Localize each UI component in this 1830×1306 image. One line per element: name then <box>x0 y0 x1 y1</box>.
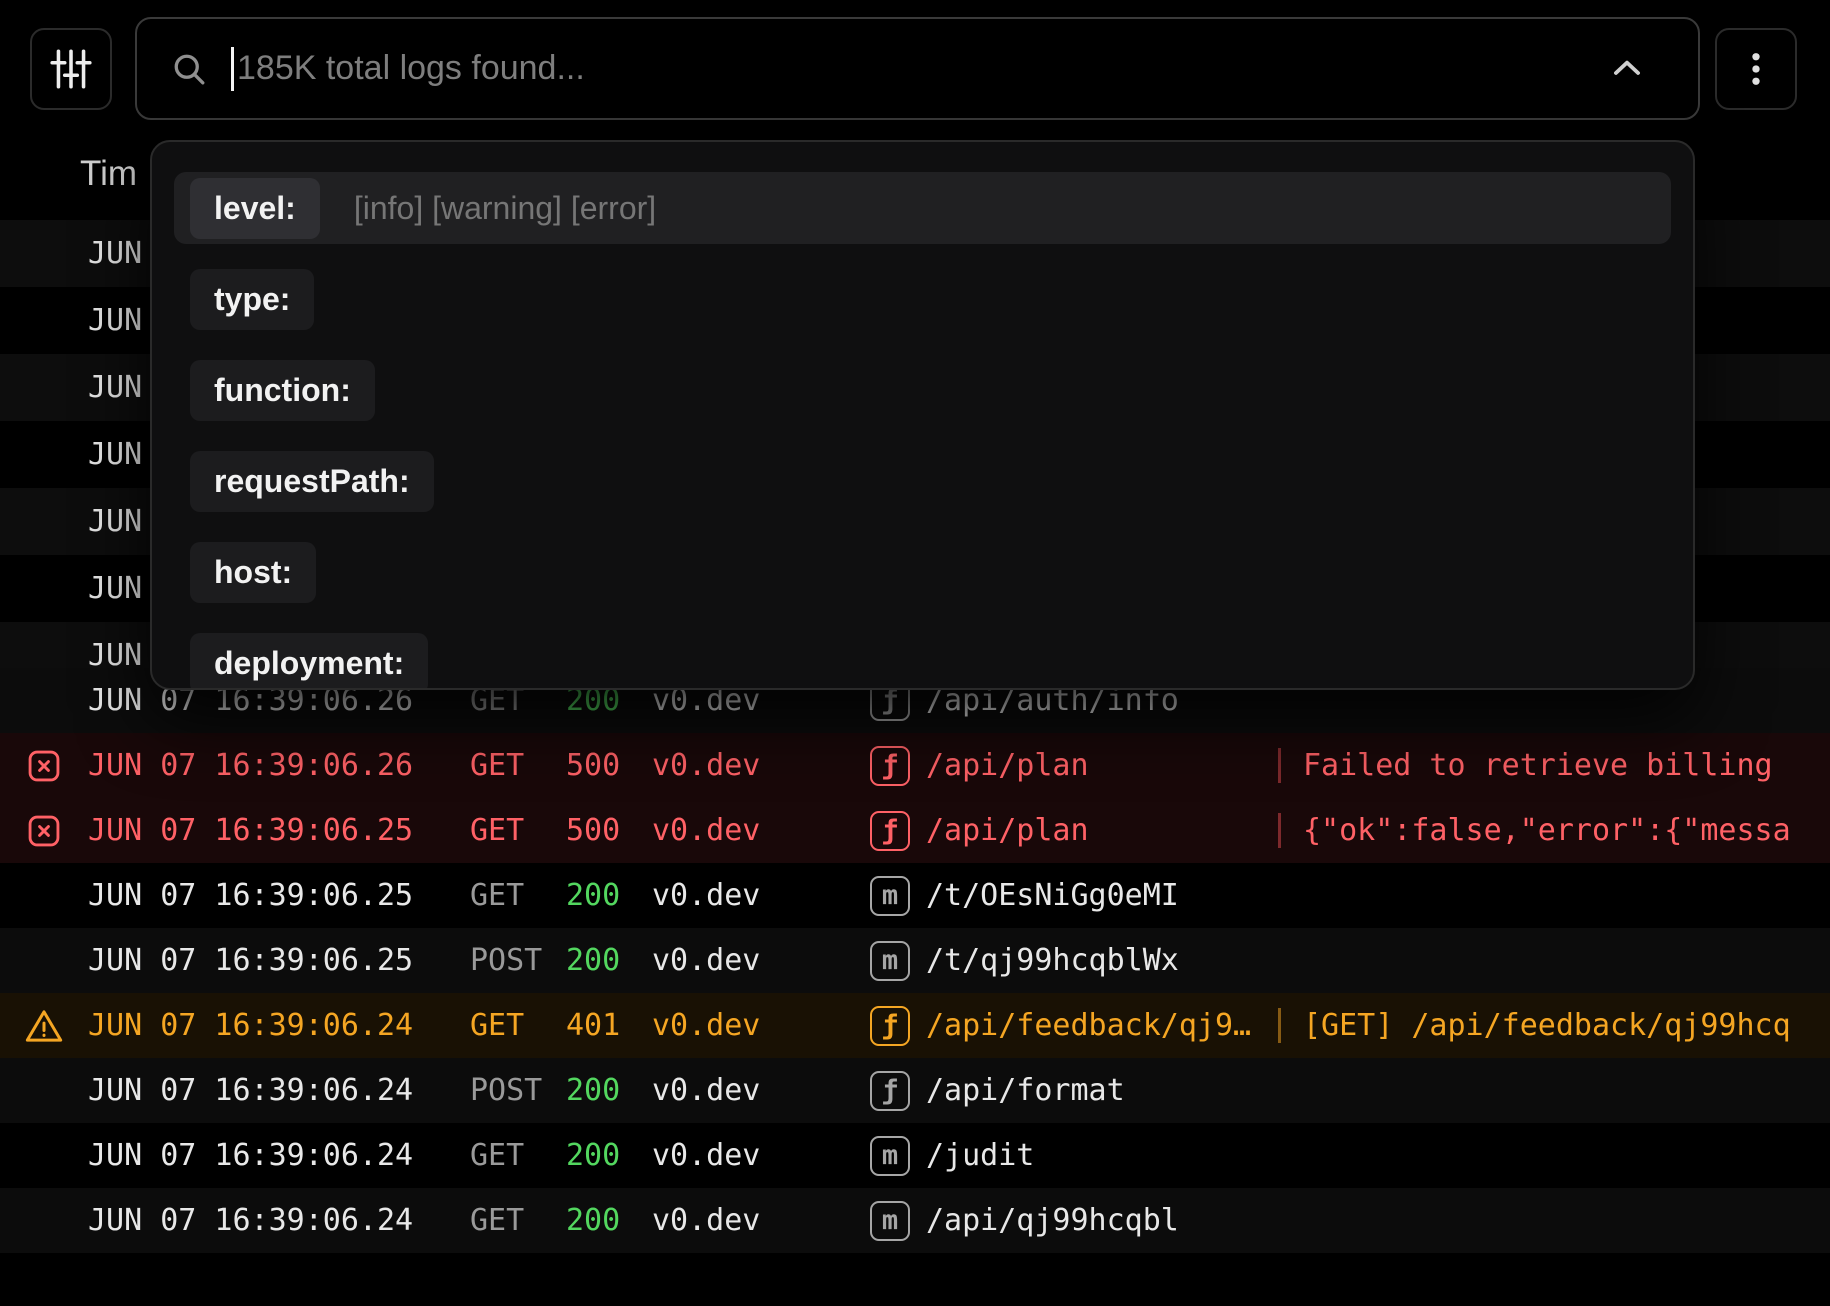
suggestion-row[interactable]: requestPath: <box>174 445 1671 517</box>
log-method: GET <box>470 748 566 783</box>
log-message: {"ok":false,"error":{"messa <box>1278 813 1830 848</box>
log-path: /t/OEsNiGg0eMI <box>926 878 1276 913</box>
error-x-square-icon <box>0 747 88 785</box>
middleware-icon: m <box>870 1136 910 1176</box>
menu-button[interactable] <box>1715 28 1797 110</box>
suggestion-row[interactable]: type: <box>174 263 1671 335</box>
log-status: 401 <box>566 1008 652 1043</box>
log-time: JUN 07 16:39:06.25 <box>88 943 470 978</box>
log-time: JUN 07 16:39:06.25 <box>88 878 470 913</box>
log-row[interactable]: JUN 07 16:39:06.24 POST 200 v0.dev ƒ /ap… <box>0 1058 1830 1123</box>
log-row[interactable]: JUN 07 16:39:06.26 GET 500 v0.dev ƒ /api… <box>0 733 1830 798</box>
log-row[interactable]: JUN 07 16:39:06.25 POST 200 v0.dev m /t/… <box>0 928 1830 993</box>
log-status: 200 <box>566 1138 652 1173</box>
log-method: GET <box>470 813 566 848</box>
suggestion-row[interactable]: deployment: <box>174 627 1671 690</box>
log-host: v0.dev <box>652 1138 870 1173</box>
warning-triangle-icon <box>0 1006 88 1046</box>
log-method: GET <box>470 1008 566 1043</box>
log-path: /api/plan <box>926 813 1276 848</box>
error-x-square-icon <box>0 812 88 850</box>
log-status: 500 <box>566 748 652 783</box>
function-icon: ƒ <box>870 746 910 786</box>
log-time: JUN 07 16:39:06.26 <box>88 748 470 783</box>
suggestion-keyword[interactable]: deployment: <box>190 633 428 691</box>
filter-button[interactable] <box>30 28 112 110</box>
suggestion-keyword[interactable]: requestPath: <box>190 451 434 512</box>
log-status: 200 <box>566 878 652 913</box>
log-status: 200 <box>566 943 652 978</box>
log-method: GET <box>470 1203 566 1238</box>
log-row[interactable]: JUN 07 16:39:06.24 GET 200 v0.dev m /api… <box>0 1188 1830 1253</box>
log-path: /api/qj99hcqbl <box>926 1203 1276 1238</box>
log-path: /t/qj99hcqblWx <box>926 943 1276 978</box>
middleware-icon: m <box>870 941 910 981</box>
suggestion-keyword[interactable]: type: <box>190 269 314 330</box>
log-host: v0.dev <box>652 813 870 848</box>
log-status: 200 <box>566 1203 652 1238</box>
function-icon: ƒ <box>870 1006 910 1046</box>
log-host: v0.dev <box>652 943 870 978</box>
log-row[interactable]: JUN 07 16:39:06.25 GET 500 v0.dev ƒ /api… <box>0 798 1830 863</box>
log-list: JUN 07 16:39:06.26 GET 200 v0.dev ƒ /api… <box>0 668 1830 1253</box>
middleware-icon: m <box>870 1201 910 1241</box>
log-message: [GET] /api/feedback/qj99hcq <box>1278 1008 1830 1043</box>
log-time: JUN 07 16:39:06.24 <box>88 1073 470 1108</box>
log-method: GET <box>470 1138 566 1173</box>
text-cursor <box>231 47 234 91</box>
log-method: POST <box>470 943 566 978</box>
log-row[interactable]: JUN 07 16:39:06.24 GET 200 v0.dev m /jud… <box>0 1123 1830 1188</box>
log-host: v0.dev <box>652 1008 870 1043</box>
log-status: 200 <box>566 1073 652 1108</box>
search-suggestions: level: [info] [warning] [error] type: fu… <box>150 140 1695 690</box>
function-icon: ƒ <box>870 1071 910 1111</box>
log-host: v0.dev <box>652 1203 870 1238</box>
log-path: /api/plan <box>926 748 1276 783</box>
suggestion-keyword[interactable]: level: <box>190 178 320 239</box>
log-host: v0.dev <box>652 1073 870 1108</box>
log-message: Failed to retrieve billing <box>1278 748 1830 783</box>
suggestion-row[interactable]: level: [info] [warning] [error] <box>174 172 1671 244</box>
suggestion-row[interactable]: function: <box>174 354 1671 426</box>
suggestion-keyword[interactable]: function: <box>190 360 375 421</box>
log-method: GET <box>470 878 566 913</box>
sliders-icon <box>48 46 94 92</box>
log-status: 500 <box>566 813 652 848</box>
search-icon <box>171 51 207 87</box>
suggestion-keyword[interactable]: host: <box>190 542 316 603</box>
log-time: JUN 07 16:39:06.24 <box>88 1008 470 1043</box>
log-row[interactable]: JUN 07 16:39:06.24 GET 401 v0.dev ƒ /api… <box>0 993 1830 1058</box>
log-host: v0.dev <box>652 748 870 783</box>
suggestion-hint: [info] [warning] [error] <box>354 190 656 227</box>
suggestion-row[interactable]: host: <box>174 536 1671 608</box>
function-icon: ƒ <box>870 811 910 851</box>
search-input[interactable]: 185K total logs found... <box>135 17 1700 120</box>
log-path: /judit <box>926 1138 1276 1173</box>
log-host: v0.dev <box>652 878 870 913</box>
log-time: JUN 07 16:39:06.24 <box>88 1203 470 1238</box>
log-path: /api/feedback/qj9… <box>926 1008 1276 1043</box>
log-path: /api/format <box>926 1073 1276 1108</box>
log-row[interactable]: JUN 07 16:39:06.25 GET 200 v0.dev m /t/O… <box>0 863 1830 928</box>
kebab-menu-icon <box>1735 48 1777 90</box>
chevron-up-icon[interactable] <box>1608 50 1646 88</box>
middleware-icon: m <box>870 876 910 916</box>
search-placeholder: 185K total logs found... <box>237 49 585 88</box>
log-time: JUN 07 16:39:06.24 <box>88 1138 470 1173</box>
log-method: POST <box>470 1073 566 1108</box>
time-column-header: Tim <box>80 154 137 194</box>
log-time: JUN 07 16:39:06.25 <box>88 813 470 848</box>
